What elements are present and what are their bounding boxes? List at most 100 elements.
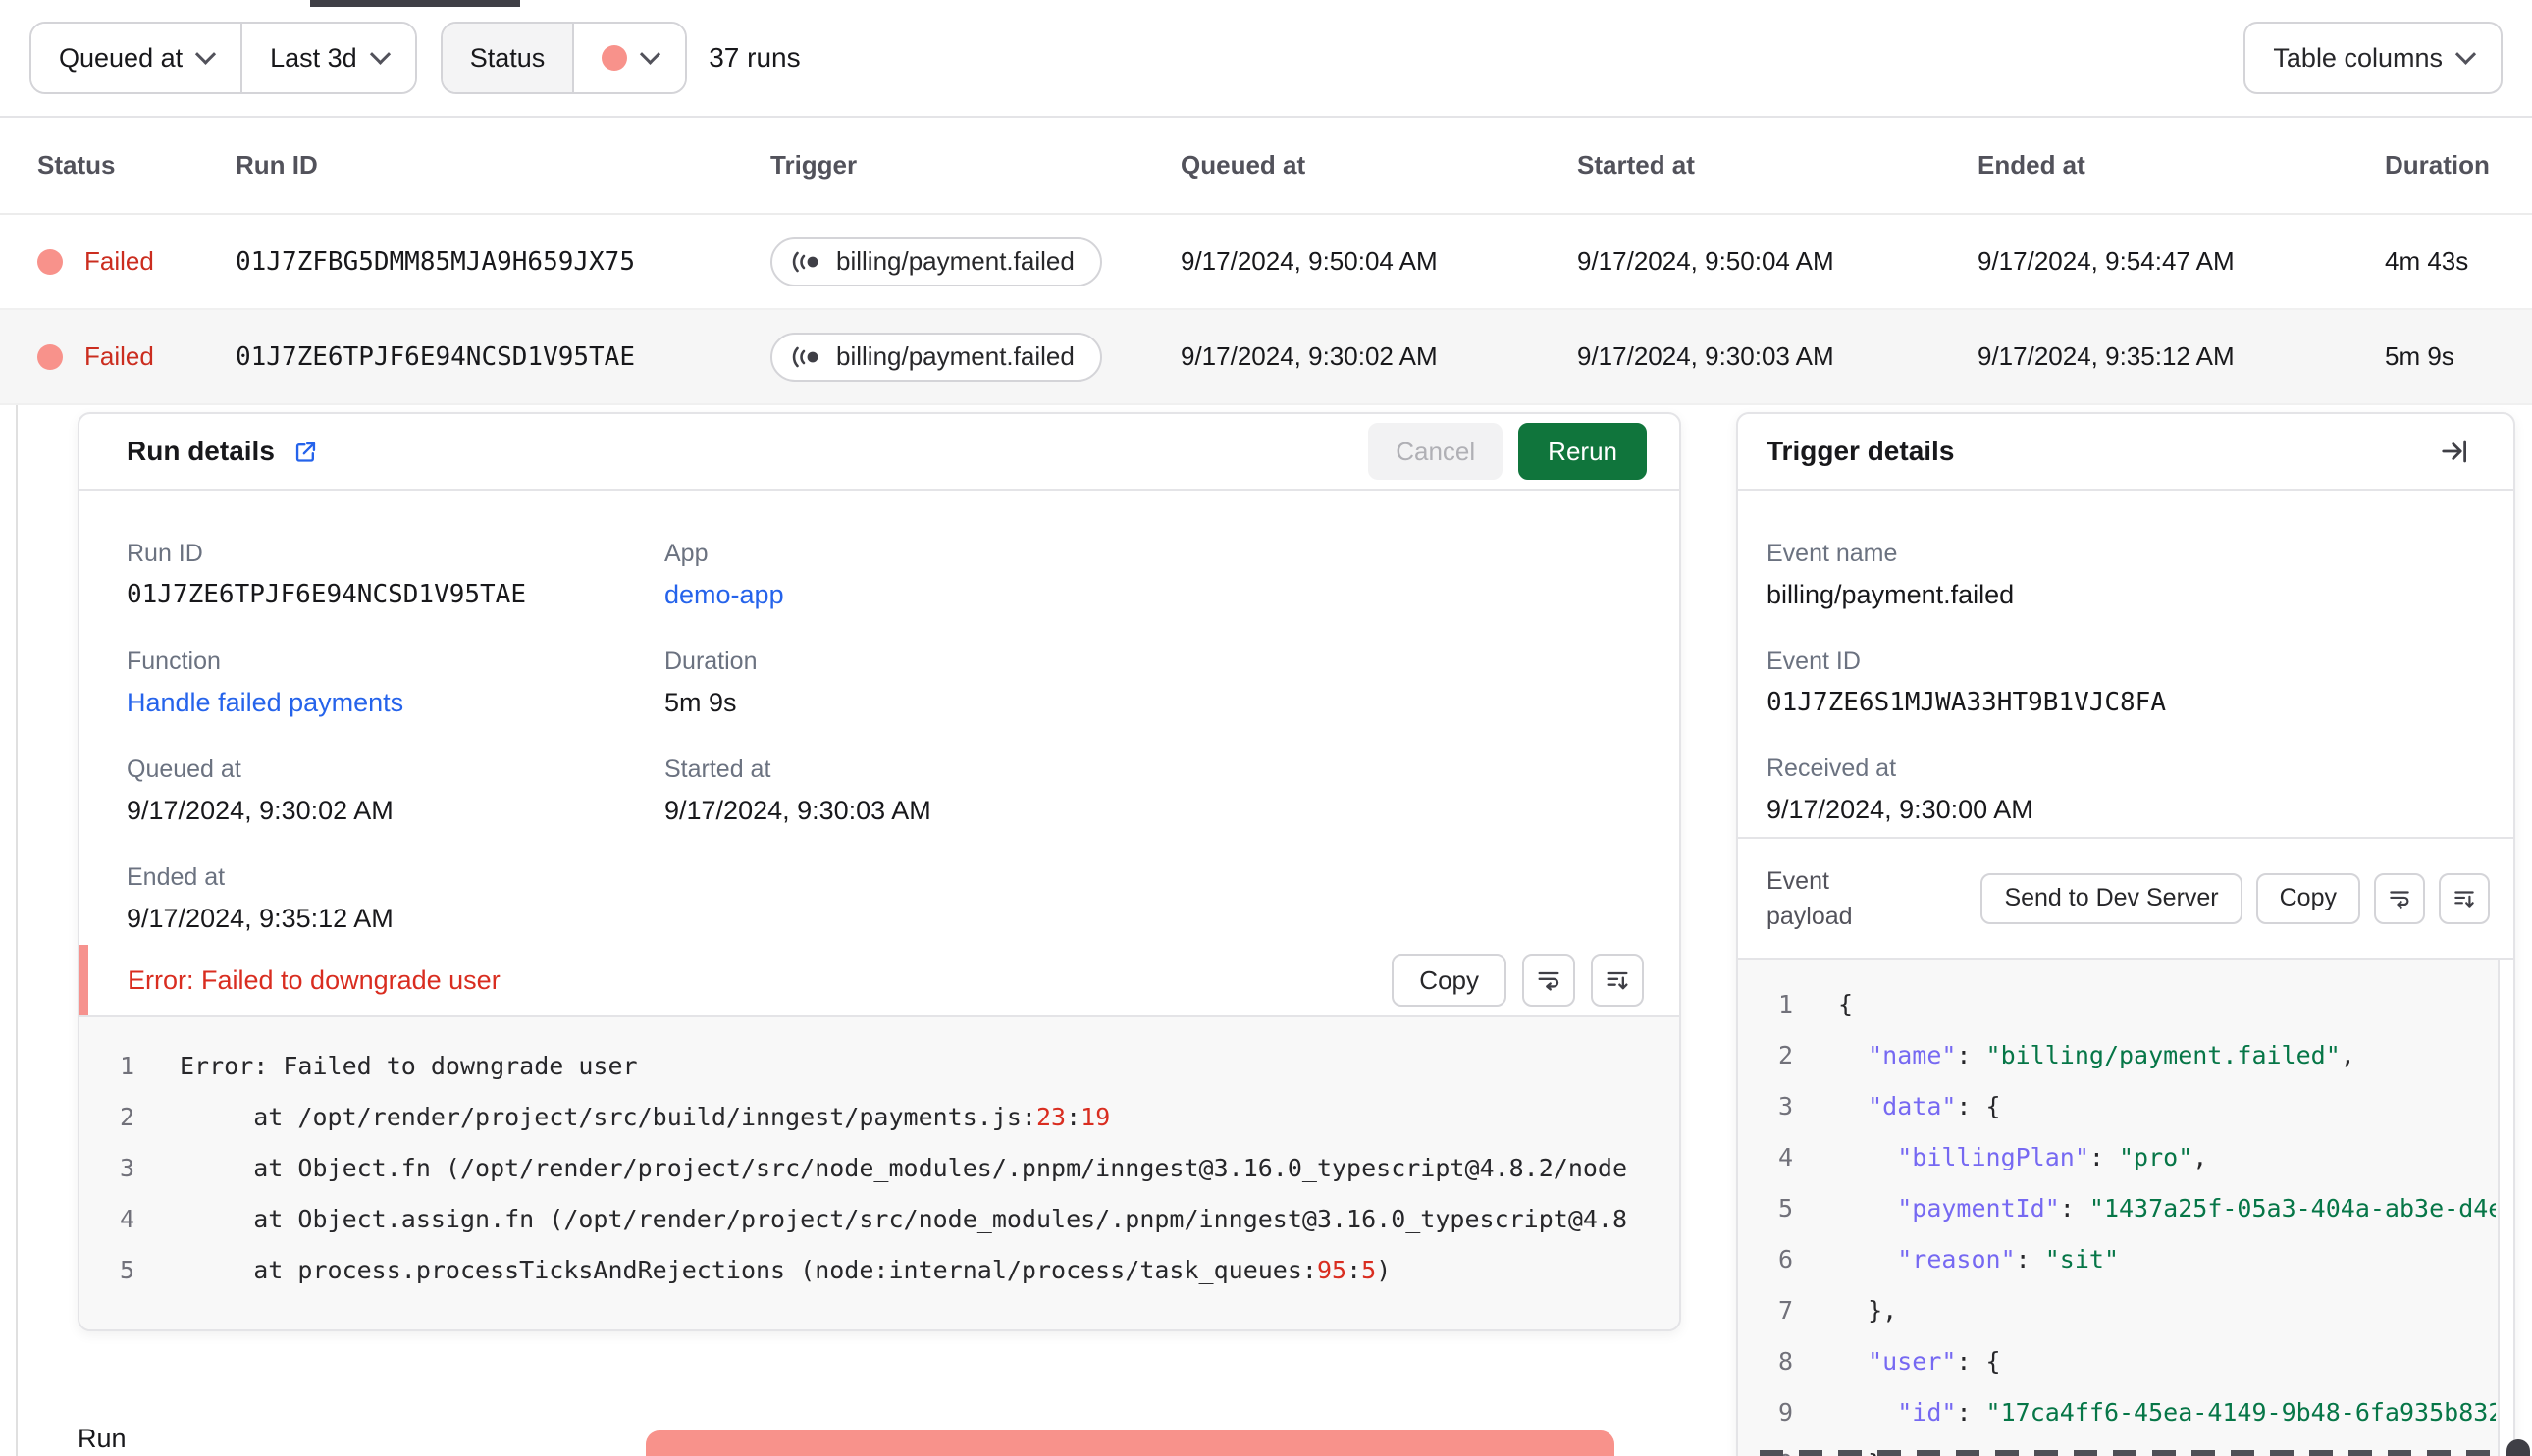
event-payload-title: Event payload [1767,866,1853,930]
runs-table-body: Failed 01J7ZFBG5DMM85MJA9H659JX75 billing/… [0,215,2532,405]
column-header-trigger: Trigger [770,150,858,180]
code-line: 1{ [1738,979,2513,1030]
code-line: 3 at Object.fn (/opt/render/project/src/… [79,1143,1679,1194]
line-text: "billingPlan": "pro", [1897,1143,2208,1171]
line-number: 7 [1777,1296,1793,1325]
line-text: "data": { [1868,1092,2001,1120]
column-header-ended-at: Ended at [1978,150,2085,180]
failed-status-dot-icon [602,45,628,71]
ended-at-cell: 9/17/2024, 9:35:12 AM [1978,341,2235,371]
event-payload-actions: Send to Dev Server Copy [1980,872,2490,924]
collapse-panel-icon[interactable] [2428,425,2481,478]
run-id-cell: 01J7ZFBG5DMM85MJA9H659JX75 [236,246,635,277]
status-filter-group: Status [440,22,688,94]
copy-payload-button[interactable]: Copy [2255,872,2360,924]
error-header: Error: Failed to downgrade user Copy [79,945,1679,1015]
error-stack-trace: 1 Error: Failed to downgrade user 2 at /op… [79,1015,1679,1329]
field-value-queued-at: 9/17/2024, 9:30:02 AM [127,796,394,825]
line-text: at Object.fn (/opt/render/project/src/no… [180,1154,1628,1182]
column-header-run-id: Run ID [236,150,318,180]
trigger-badge[interactable]: billing/payment.failed [770,332,1102,382]
trigger-badge[interactable]: billing/payment.failed [770,236,1102,286]
field-label: Event ID [1767,648,1861,675]
scroll-to-bottom-button[interactable] [2439,872,2490,924]
wrap-text-button[interactable] [1522,954,1575,1007]
code-line: 5 at process.processTicksAndRejections (… [79,1245,1679,1296]
trigger-details-fields: Event name billing/payment.failed Event ID… [1738,491,2513,837]
field-label: Started at [664,755,771,783]
trigger-badge-label: billing/payment.failed [836,246,1075,276]
line-number: 5 [1777,1194,1793,1222]
field-value-function[interactable]: Handle failed payments [127,688,664,718]
run-timeline-bar[interactable] [646,1430,1614,1456]
field-ended-at: Ended at 9/17/2024, 9:35:12 AM [127,863,664,934]
time-range-filter-button[interactable]: Last 3d [240,24,415,92]
field-value-run-id: 01J7ZE6TPJF6E94NCSD1V95TAE [127,580,526,609]
line-number: 5 [119,1256,134,1284]
run-details-fields: Run ID 01J7ZE6TPJF6E94NCSD1V95TAE App demo-… [79,491,1679,945]
line-number: 3 [1777,1092,1793,1120]
line-number: 2 [119,1103,134,1131]
table-columns-label: Table columns [2273,42,2443,73]
event-icon [792,346,820,368]
scroll-to-bottom-button[interactable] [1591,954,1644,1007]
trigger-details-header: Trigger details [1738,414,2513,491]
ended-at-cell: 9/17/2024, 9:54:47 AM [1978,246,2235,276]
field-app: App demo-app [664,540,1679,610]
duration-cell: 4m 43s [2385,246,2469,276]
table-columns-button[interactable]: Table columns [2243,22,2503,94]
table-row[interactable]: Failed 01J7ZE6TPJF6E94NCSD1V95TAE billing/… [0,310,2532,405]
external-link-icon[interactable] [292,439,319,465]
wrap-text-button[interactable] [2374,872,2425,924]
code-line: 5 "paymentId": "1437a25f-05a3-404a-ab3e-… [1738,1183,2513,1234]
duration-cell: 5m 9s [2385,341,2454,371]
field-event-name: Event name billing/payment.failed [1767,540,2513,610]
queued-at-cell: 9/17/2024, 9:50:04 AM [1181,246,1438,276]
queued-at-filter-button[interactable]: Queued at [31,24,241,92]
line-text: Error: Failed to downgrade user [180,1052,638,1080]
status-label: Failed [84,246,154,276]
code-line: 7 }, [1738,1285,2513,1336]
expanded-run-row: Run details Cancel Rerun Run ID 01J7ZE6TP… [0,405,2532,1456]
code-line: 4 at Object.assign.fn (/opt/render/proje… [79,1194,1679,1245]
run-details-panel: Run details Cancel Rerun Run ID 01J7ZE6TP… [78,412,1681,1331]
field-value-started-at: 9/17/2024, 9:30:03 AM [664,796,931,825]
field-value-event-name: billing/payment.failed [1767,580,2015,609]
chevron-down-icon [195,43,217,65]
trigger-details-title: Trigger details [1767,436,1955,466]
field-label: App [664,540,709,567]
field-label: Received at [1767,754,1897,782]
field-run-id: Run ID 01J7ZE6TPJF6E94NCSD1V95TAE [127,540,664,610]
status-filter-value-button[interactable] [572,24,686,92]
status-dot-icon [37,248,63,275]
line-number: 6 [1777,1245,1793,1274]
status-cell: Failed [37,341,236,372]
line-number: 4 [119,1205,134,1233]
cancel-button[interactable]: Cancel [1368,423,1503,480]
field-label: Duration [664,648,758,675]
code-line: 6 "reason": "sit" [1738,1234,2513,1285]
field-value-app[interactable]: demo-app [664,580,1679,610]
field-label: Event name [1767,540,1898,567]
line-text: "reason": "sit" [1897,1245,2120,1274]
field-event-id: Event ID 01J7ZE6S1MJWA33HT9B1VJC8FA [1767,648,2513,717]
copy-error-button[interactable]: Copy [1392,954,1506,1007]
payload-scrollbar-track[interactable] [2498,960,2513,1456]
scrollbar-thumb[interactable] [2506,1439,2530,1456]
field-label: Function [127,648,221,675]
code-line: 2 "name": "billing/payment.failed", [1738,1030,2513,1081]
field-label: Ended at [127,863,226,891]
trigger-badge-label: billing/payment.failed [836,341,1075,371]
send-to-dev-server-button[interactable]: Send to Dev Server [1980,872,2242,924]
column-header-queued-at: Queued at [1181,150,1306,180]
line-number: 2 [1777,1041,1793,1069]
trigger-cell: billing/payment.failed [770,332,1181,382]
event-payload-header: Event payload Send to Dev Server Copy [1738,837,2513,958]
trigger-cell: billing/payment.failed [770,236,1181,286]
runs-count: 37 runs [709,42,801,73]
rerun-button[interactable]: Rerun [1518,423,1647,480]
table-row[interactable]: Failed 01J7ZFBG5DMM85MJA9H659JX75 billing/… [0,215,2532,310]
chevron-down-icon [369,43,391,65]
field-label: Queued at [127,755,241,783]
chevron-down-icon [2454,43,2477,65]
